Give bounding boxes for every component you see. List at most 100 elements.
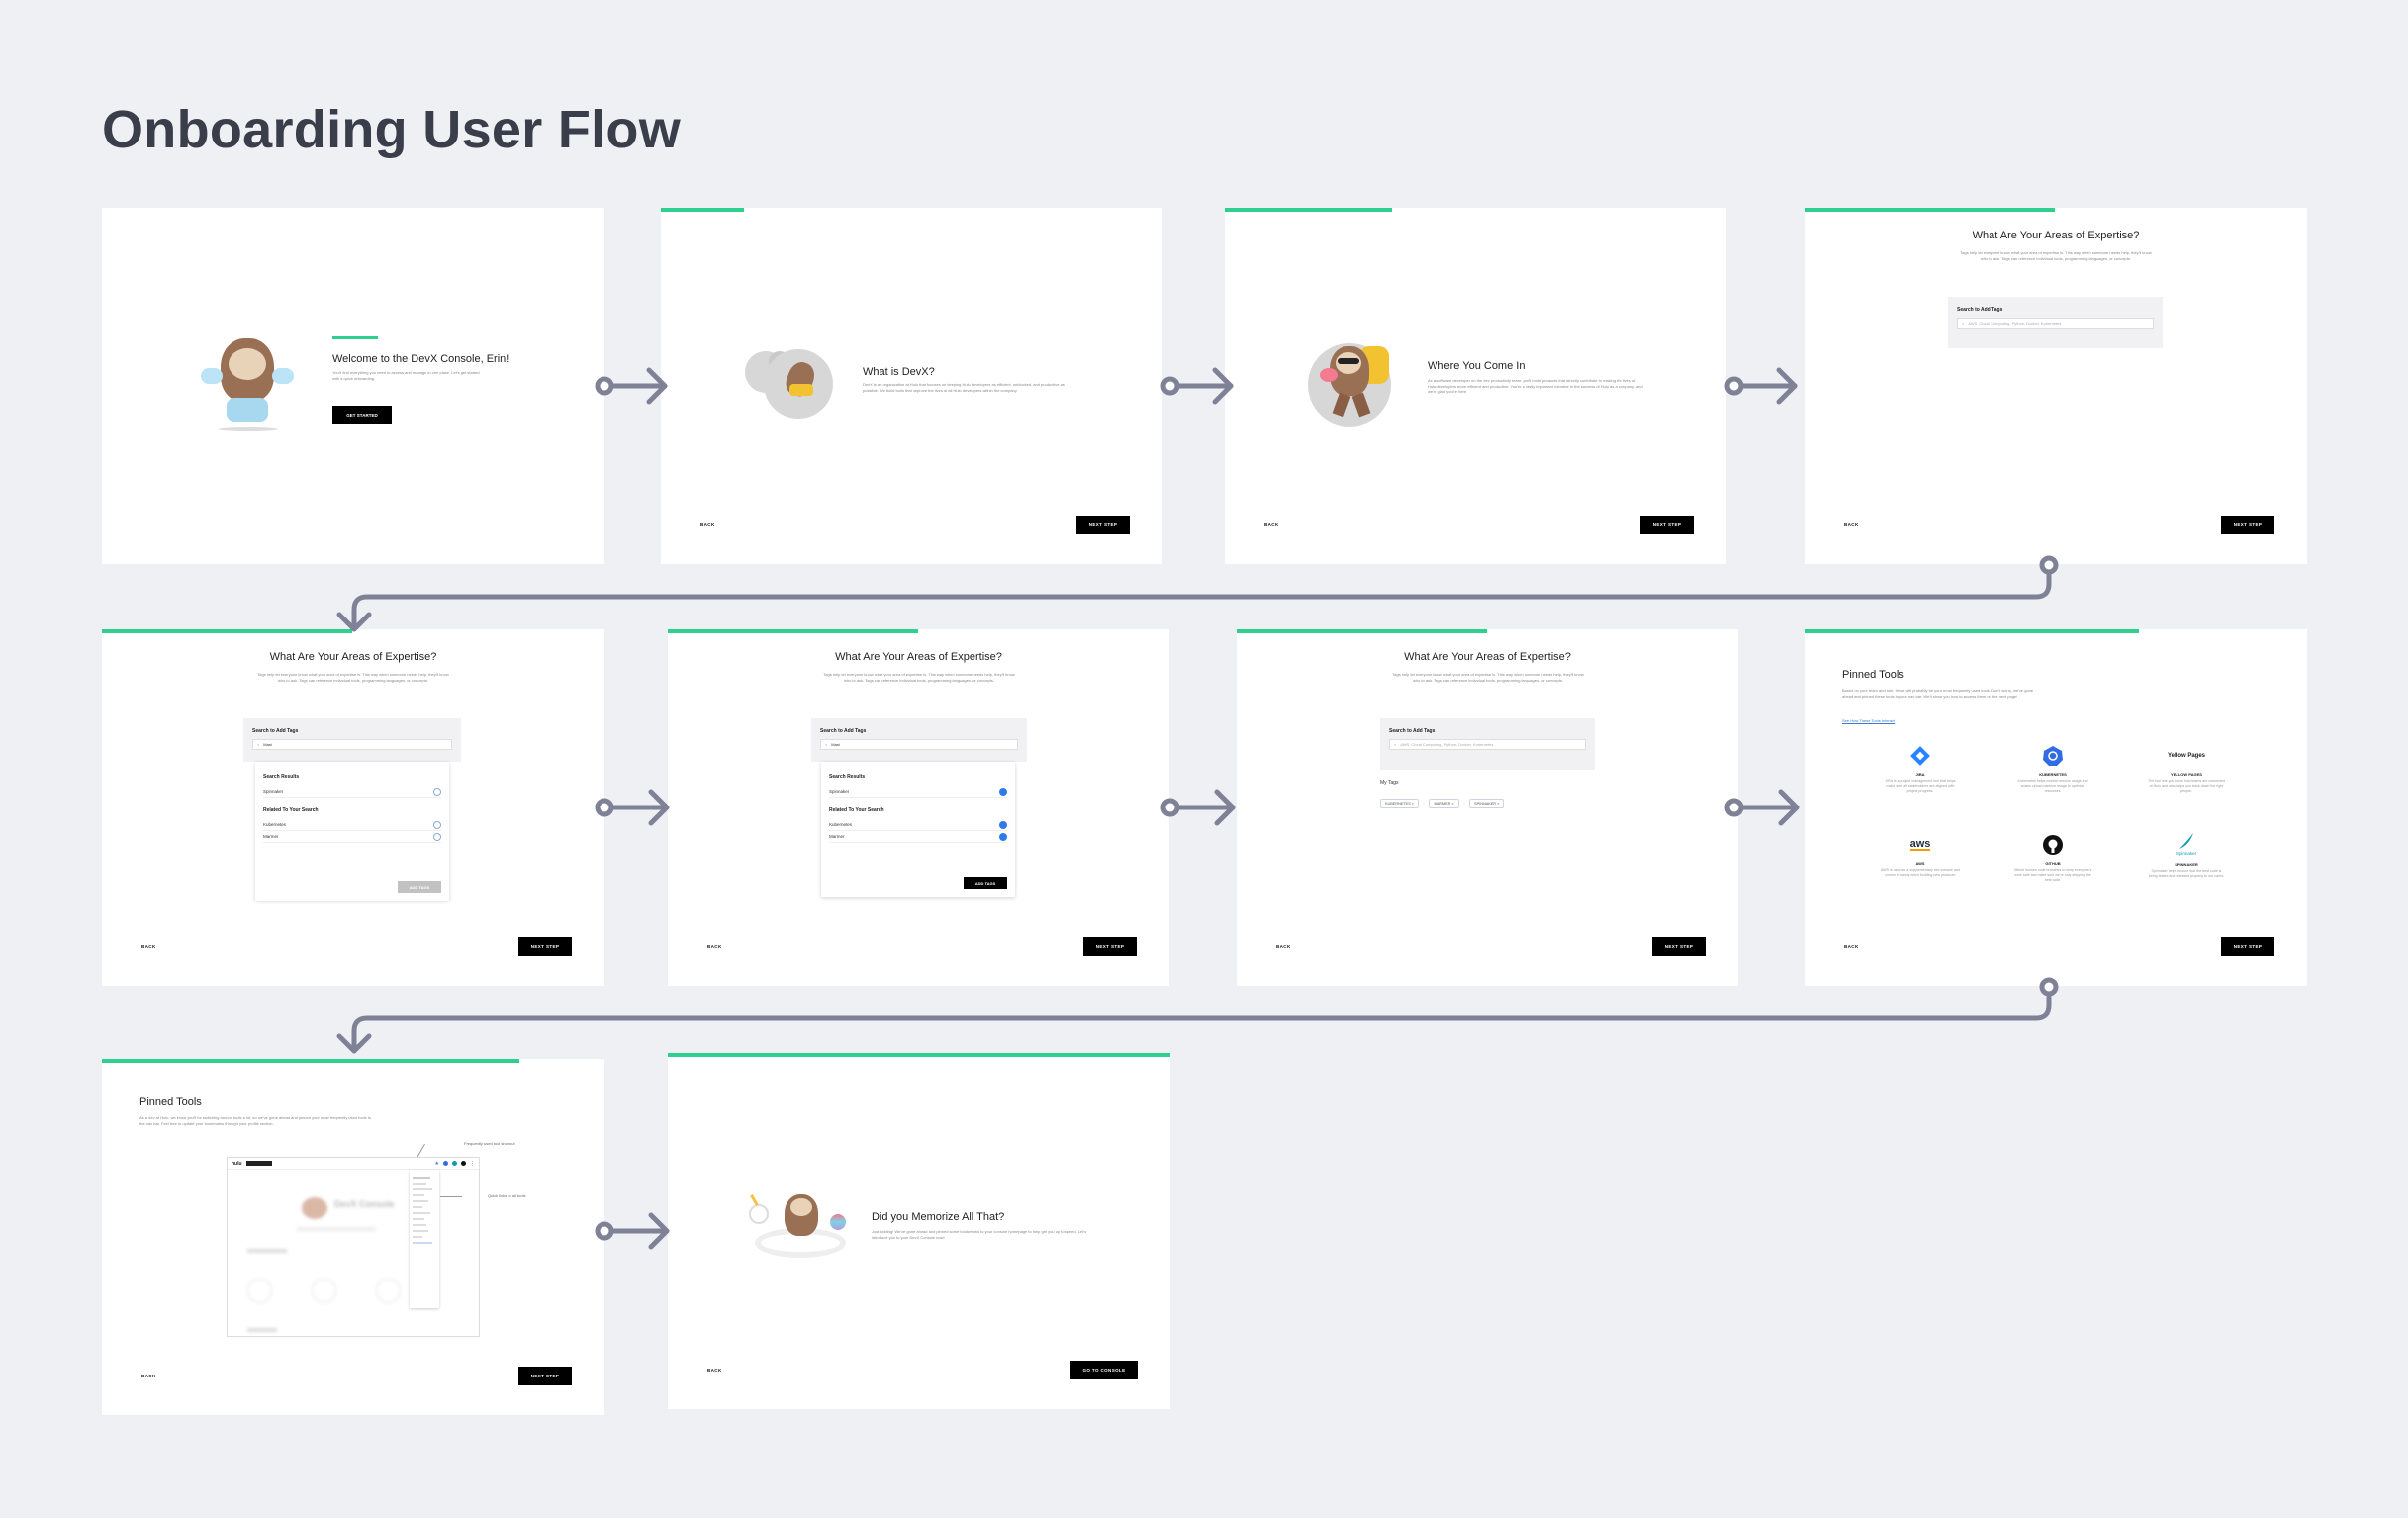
tag-chip[interactable]: MARMER × (1429, 799, 1459, 808)
progress-bar (1225, 208, 1392, 212)
devx-title: What is DevX? (863, 366, 935, 378)
grid-icon: ⋮ (470, 1160, 475, 1167)
jira-icon (1910, 746, 1930, 766)
search-label: Search to Add Tags (1389, 728, 1436, 734)
expertise-body: Tags help let everyone know what your ar… (823, 672, 1015, 683)
screen-what-is-devx: What is DevX? DevX is an organization at… (661, 208, 1162, 564)
expertise-title: What Are Your Areas of Expertise? (269, 651, 437, 663)
next-step-button[interactable]: NEXT STEP (1640, 516, 1694, 534)
checkbox-checked-icon[interactable] (999, 820, 1007, 829)
my-tags-list: KUBERNETES × MARMER × SPINNAKER × (1380, 792, 1510, 809)
come-in-title: Where You Come In (1428, 360, 1526, 372)
spinnaker-icon (2179, 832, 2193, 849)
related-row[interactable]: Kubernetes (263, 819, 441, 831)
arrow-right-icon (595, 367, 668, 405)
arrow-right-icon (1724, 367, 1798, 405)
tool-aws[interactable]: aws AWS AWS is used as a supplementary d… (1881, 834, 1960, 878)
checkbox-checked-icon[interactable] (999, 832, 1007, 841)
back-button[interactable]: BACK (700, 522, 715, 527)
interact-link[interactable]: See How These Tools Interact (1842, 718, 1895, 724)
next-step-button[interactable]: NEXT STEP (518, 1367, 572, 1385)
back-button[interactable]: BACK (141, 1374, 156, 1378)
tag-search-box: Search to Add Tags ⌕ AWS, Cloud Computing… (1948, 297, 2163, 348)
tag-chip[interactable]: KUBERNETES × (1380, 799, 1420, 808)
related-row[interactable]: Marmer (829, 831, 1007, 843)
tag-search-box: Search to Add Tags ⌕ Mani (243, 718, 461, 762)
result-row[interactable]: Spinnaker (829, 786, 1007, 798)
tool-kubernetes[interactable]: KUBERNETES Kubernetes helps monitor serv… (2013, 745, 2092, 794)
tag-search-input[interactable]: ⌕ Mani (252, 739, 452, 750)
annotation-shortcut: Frequently used tool shortcut (464, 1141, 515, 1146)
back-button[interactable]: BACK (707, 944, 722, 949)
related-heading: Related To Your Search (263, 807, 319, 813)
related-row[interactable]: Marmer (263, 831, 441, 843)
back-button[interactable]: BACK (1844, 522, 1859, 527)
checkbox-icon[interactable] (433, 832, 441, 841)
tool-jira[interactable]: JIRA JIRA is a project management tool t… (1881, 745, 1960, 794)
next-step-button[interactable]: NEXT STEP (2221, 516, 2274, 534)
go-to-console-button[interactable]: GO TO CONSOLE (1070, 1361, 1138, 1379)
tool-github[interactable]: GITHUB Github houses code branches to ke… (2013, 834, 2092, 883)
next-step-button[interactable]: NEXT STEP (1083, 937, 1137, 956)
screen-pinned-navbar: Pinned Tools As a dev at Hulu, we know y… (102, 1059, 604, 1415)
tool-yellow-pages[interactable]: Yellow Pages YELLOW PAGES The tool lets … (2147, 745, 2226, 794)
tool-spinnaker[interactable]: Spinnaker SPINNAKER Spinnaker helps ensu… (2147, 829, 2226, 879)
next-step-button[interactable]: NEXT STEP (518, 937, 572, 956)
screen-welcome: Welcome to the DevX Console, Erin! You'l… (102, 208, 604, 564)
next-step-button[interactable]: NEXT STEP (2221, 937, 2274, 956)
tag-search-input[interactable]: ⌕ AWS, Cloud Computing, Python, Docker, K… (1957, 318, 2154, 329)
checkbox-icon[interactable] (433, 787, 441, 796)
progress-bar (661, 208, 744, 212)
next-step-button[interactable]: NEXT STEP (1652, 937, 1706, 956)
hulu-logo: hulu (232, 1160, 242, 1167)
back-button[interactable]: BACK (1844, 944, 1859, 949)
kubernetes-icon (2043, 746, 2063, 766)
arrow-right-icon (1160, 789, 1236, 826)
checkbox-checked-icon[interactable] (999, 787, 1007, 796)
arrow-right-icon (595, 1212, 670, 1250)
search-icon: ⌕ (825, 742, 828, 747)
search-query: Mani (263, 742, 272, 747)
back-button[interactable]: BACK (1264, 522, 1279, 527)
search-label: Search to Add Tags (820, 728, 867, 734)
back-button[interactable]: BACK (141, 944, 156, 949)
expertise-title: What Are Your Areas of Expertise? (1972, 230, 2140, 241)
expertise-title: What Are Your Areas of Expertise? (1404, 651, 1571, 663)
my-tags-label: My Tags (1380, 780, 1399, 786)
tag-search-input[interactable]: ⌕ Mani (820, 739, 1018, 750)
tag-search-box: Search to Add Tags ⌕ AWS, Cloud Computing… (1380, 718, 1595, 770)
pinned-tool-icon (452, 1161, 457, 1166)
wrap-connector (336, 555, 2059, 632)
screen-final: Did you Memorize All That? Just kidding!… (668, 1053, 1170, 1409)
screen-expertise-empty: What Are Your Areas of Expertise? Tags h… (1805, 208, 2307, 564)
spinnaker-logo: Spinnaker (2176, 850, 2197, 856)
search-icon: ⌕ (257, 742, 260, 747)
back-button[interactable]: BACK (1276, 944, 1291, 949)
arrow-right-icon (595, 789, 670, 826)
final-body: Just kidding! We've gone ahead and pinne… (872, 1229, 1087, 1240)
screen-expertise-tags: What Are Your Areas of Expertise? Tags h… (1237, 629, 1738, 986)
star-icon: ★ (434, 1160, 439, 1167)
tag-chip[interactable]: SPINNAKER × (1469, 799, 1505, 808)
back-button[interactable]: BACK (707, 1368, 722, 1373)
get-started-button[interactable]: GET STARTED (332, 406, 392, 424)
next-step-button[interactable]: NEXT STEP (1076, 516, 1130, 534)
results-heading: Search Results (263, 774, 300, 780)
pinned-title: Pinned Tools (1842, 669, 1904, 681)
mock-console-chip (245, 1161, 272, 1166)
checkbox-icon[interactable] (433, 820, 441, 829)
annotation-line (440, 1196, 462, 1197)
search-label: Search to Add Tags (252, 728, 299, 734)
add-tags-button[interactable]: ADD TAGS (964, 877, 1007, 889)
come-in-body: As a software developer on the dev produ… (1428, 378, 1643, 394)
search-query: Mani (831, 742, 840, 747)
tag-search-input[interactable]: ⌕ AWS, Cloud Computing, Python, Docker, K… (1389, 739, 1586, 750)
yellow-pages-logo: Yellow Pages (2167, 753, 2206, 759)
add-tags-button-disabled[interactable]: ADD TAGS (398, 881, 441, 893)
search-icon: ⌕ (1962, 321, 1965, 326)
progress-bar (1805, 208, 2055, 212)
progress-bar (102, 1059, 519, 1063)
sloth-unicorn-illustration (747, 1186, 856, 1266)
related-row[interactable]: Kubernetes (829, 819, 1007, 831)
result-row[interactable]: Spinnaker (263, 786, 441, 798)
